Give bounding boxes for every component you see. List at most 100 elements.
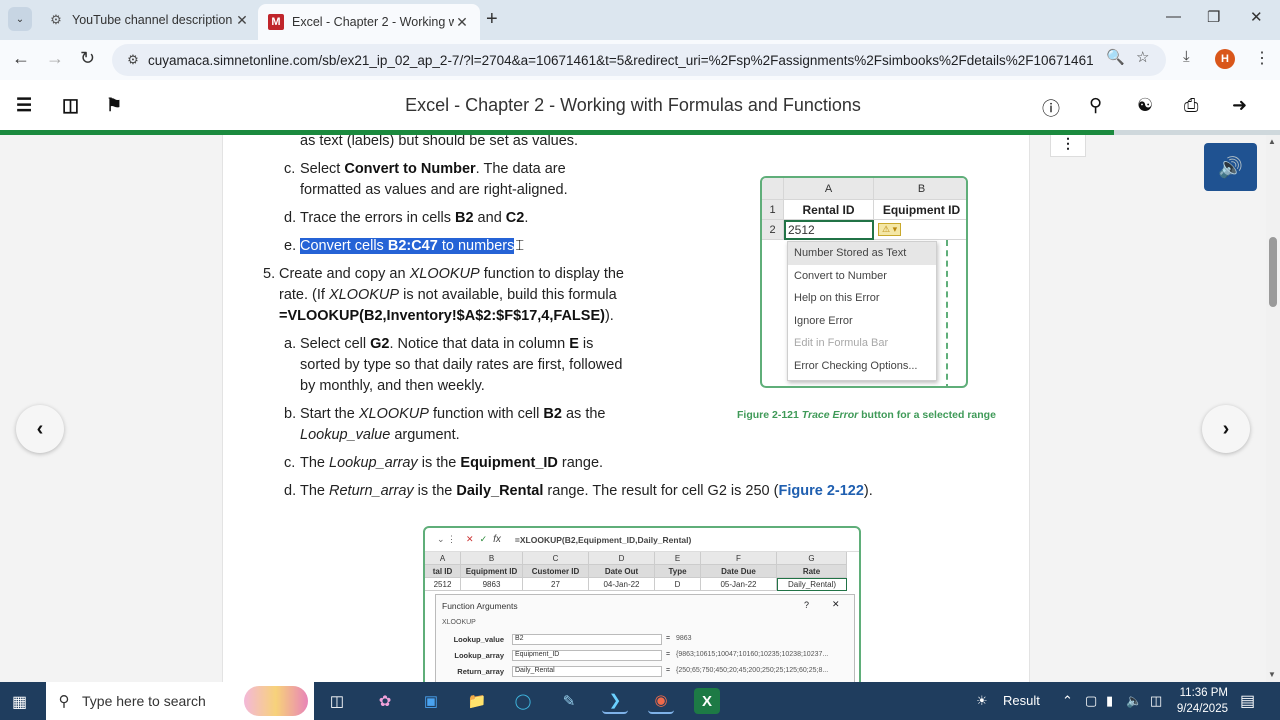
step-marker: e. <box>284 238 297 254</box>
text: and <box>473 210 506 226</box>
step-b-line1: Start the XLOOKUP function with cell B2 … <box>300 404 605 425</box>
edge-icon[interactable]: ◯ <box>510 688 536 714</box>
scroll-down-icon[interactable]: ▼ <box>1268 670 1276 679</box>
profile-avatar[interactable]: H <box>1215 49 1235 69</box>
exit-icon[interactable]: ➜ <box>1232 95 1247 116</box>
vertical-scrollbar[interactable]: ▲ ▼ <box>1266 135 1280 682</box>
weather-label[interactable]: Result <box>1003 693 1040 708</box>
cancel-x-icon: ✕ <box>466 534 474 544</box>
step-d2-text: The Return_array is the Daily_Rental ran… <box>300 481 873 502</box>
meet-icon[interactable]: ▢ <box>1085 693 1097 709</box>
text: Start the <box>300 406 359 422</box>
window-close-icon[interactable]: ✕ <box>1250 8 1263 26</box>
taskbar-search-box[interactable]: ⚲ Type here to search <box>46 682 314 720</box>
minimize-icon[interactable]: — <box>1166 8 1181 25</box>
task-view-icon[interactable]: ◫ <box>324 688 350 714</box>
reload-icon[interactable]: ↻ <box>80 48 95 69</box>
address-bar[interactable]: ⚙ cuyamaca.simnetonline.com/sb/ex21_ip_0… <box>112 44 1166 76</box>
caption-text: Figure 2-121 <box>737 409 802 421</box>
menu-item-number-stored-as-text[interactable]: Number Stored as Text <box>788 242 936 265</box>
chrome-icon[interactable]: ◉ <box>648 688 674 714</box>
store-icon[interactable]: ▣ <box>418 688 444 714</box>
text: function to display the <box>479 266 624 282</box>
browser-tab-excel[interactable]: M Excel - Chapter 2 - Working wit ✕ <box>258 4 480 40</box>
clock-time: 11:36 PM <box>1179 687 1228 699</box>
text: is the <box>413 483 457 499</box>
text-line: formatted as values and are right-aligne… <box>300 182 568 198</box>
scrollbar-thumb[interactable] <box>1269 237 1277 307</box>
notifications-icon[interactable]: ▤ <box>1240 691 1255 711</box>
volume-icon[interactable]: 🔈 <box>1126 693 1142 709</box>
tab-title: YouTube channel description <box>72 13 233 27</box>
dialog-title: Function Arguments <box>442 601 518 611</box>
italic-text: Lookup_array <box>329 455 418 471</box>
step-e-text-selected[interactable]: Convert cells B2:C47 to numbers⌶ <box>300 236 524 257</box>
menu-item-ignore-error[interactable]: Ignore Error <box>788 310 936 333</box>
close-tab-icon[interactable]: ✕ <box>454 14 470 31</box>
page-options-icon[interactable]: ⋮ <box>1050 135 1086 157</box>
windows-start-icon[interactable]: ▦ <box>12 692 27 712</box>
header-cell: tal ID <box>425 565 461 578</box>
arg-field: Equipment_ID <box>512 650 662 661</box>
arg-label: Return_array <box>457 667 504 676</box>
equals-sign: = <box>666 667 671 674</box>
text: range. The result for cell G2 is 250 ( <box>543 483 779 499</box>
bold-text: B2:C47 <box>387 238 438 254</box>
taskbar-clock[interactable]: 11:36 PM 9/24/2025 <box>1172 685 1228 717</box>
site-settings-icon[interactable]: ⚙ <box>118 52 148 68</box>
search-icon[interactable]: ⚲ <box>1089 95 1102 116</box>
data-cell: 9863 <box>461 578 523 591</box>
text: is the <box>417 455 461 471</box>
simnet-m-icon: M <box>268 14 284 30</box>
close-tab-icon[interactable]: ✕ <box>234 12 250 29</box>
download-icon[interactable]: ⤓ <box>1183 48 1190 65</box>
text: function with cell <box>428 406 544 422</box>
network-icon[interactable]: ◫ <box>1150 693 1162 709</box>
figure-2-122-link[interactable]: Figure 2-122 <box>778 483 863 499</box>
browser-menu-icon[interactable]: ⋮ <box>1254 48 1270 68</box>
notepad-icon[interactable]: ✎ <box>556 688 582 714</box>
print-icon[interactable]: ⎙ <box>1184 95 1198 116</box>
header-cell: Type <box>655 565 701 578</box>
scroll-up-icon[interactable]: ▲ <box>1268 137 1276 146</box>
data-cell: 27 <box>523 578 589 591</box>
italic-text: Return_array <box>329 483 414 499</box>
menu-item-help-on-error[interactable]: Help on this Error <box>788 287 936 310</box>
fx-icon: fx <box>493 534 501 545</box>
zoom-icon[interactable]: 🔍 <box>1106 48 1125 66</box>
next-page-button[interactable]: › <box>1202 405 1250 453</box>
battery-icon[interactable]: ▮ <box>1106 693 1113 709</box>
help-icon[interactable]: ⓘ <box>1042 95 1060 121</box>
column-header: D <box>589 552 655 565</box>
url-text[interactable]: cuyamaca.simnetonline.com/sb/ex21_ip_02_… <box>148 53 1094 68</box>
menu-item-convert-to-number[interactable]: Convert to Number <box>788 265 936 288</box>
audio-speaker-button[interactable]: 🔊 <box>1204 143 1257 191</box>
text: ). <box>863 483 873 499</box>
new-tab-button[interactable]: + <box>486 8 498 31</box>
column-header: C <box>523 552 589 565</box>
browser-tab-strip: ⌄ ⚙ YouTube channel description ✕ M Exce… <box>0 0 1280 40</box>
equals-sign: = <box>666 651 671 658</box>
copilot-icon[interactable]: ✿ <box>372 688 398 714</box>
previous-page-button[interactable]: ‹ <box>16 405 64 453</box>
tray-expand-icon[interactable]: ⌃ <box>1062 693 1073 709</box>
forward-arrow-icon[interactable]: → <box>46 48 64 69</box>
terminal-icon[interactable]: ❯ <box>602 688 628 714</box>
browser-tab-youtube[interactable]: ⚙ YouTube channel description ✕ <box>38 5 260 35</box>
restore-icon[interactable]: ❐ <box>1207 8 1220 26</box>
search-placeholder: Type here to search <box>82 693 206 709</box>
excel-icon[interactable]: X <box>694 688 720 714</box>
bookmark-star-icon[interactable]: ☆ <box>1136 48 1149 66</box>
back-arrow-icon[interactable]: ← <box>12 48 30 69</box>
column-header: F <box>701 552 777 565</box>
file-explorer-icon[interactable]: 📁 <box>464 688 490 714</box>
column-header-a: A <box>784 178 874 200</box>
menu-item-error-checking-options[interactable]: Error Checking Options... <box>788 355 936 378</box>
trace-error-icon[interactable]: ⚠ ▾ <box>878 223 902 236</box>
clock-date: 9/24/2025 <box>1176 703 1228 715</box>
weather-icon[interactable]: ☀ <box>976 693 988 709</box>
accessibility-icon[interactable]: ☯ <box>1137 95 1153 116</box>
caption-text: button for a selected range <box>858 409 996 421</box>
cell-a1: Rental ID <box>784 200 874 220</box>
tab-search-chevron-icon[interactable]: ⌄ <box>8 7 32 31</box>
